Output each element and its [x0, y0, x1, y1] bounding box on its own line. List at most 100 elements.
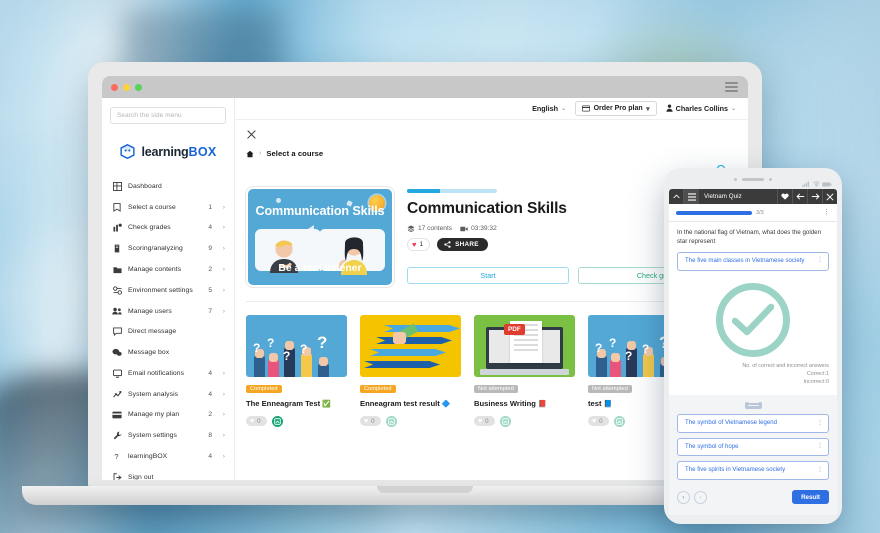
like-button[interactable]: ♥ 1 [407, 238, 431, 251]
close-window-dot[interactable] [111, 83, 118, 91]
sidebar-search-input[interactable]: Search the side menu [110, 107, 226, 124]
sidebar-item-label: Check grades [128, 224, 171, 232]
like-count: 0 [371, 417, 375, 425]
quiz-answer-option[interactable]: The five spirits in Vietnamese society ⋮ [677, 461, 829, 480]
close-icon[interactable] [246, 129, 257, 140]
sidebar-item-manage-users[interactable]: Manage users 7 › [102, 301, 234, 322]
top-bar: English ⌄ Order Pro plan ▾ Charles Colli… [235, 98, 748, 120]
question-icon: ? [112, 452, 122, 462]
share-button[interactable]: SHARE [437, 238, 488, 251]
language-label: English [532, 104, 559, 113]
sidebar-item-learningbox[interactable]: ? learningBOX 4 › [102, 446, 234, 467]
avatar[interactable] [385, 415, 397, 427]
quiz-footer: ‹ › Result [669, 485, 837, 510]
sidebar-item-label: Select a course [128, 203, 176, 211]
wrench-icon [112, 431, 122, 441]
collapse-button[interactable] [669, 189, 684, 204]
quiz-progress-bar [676, 211, 752, 215]
sidebar-item-system-settings[interactable]: System settings 8 › [102, 425, 234, 446]
sidebar-item-environment-settings[interactable]: Environment settings 5 › [102, 280, 234, 301]
course-card[interactable]: Completed Enneagram test result 🔷 ♥ 0 [360, 315, 461, 427]
quiz-title: Vietnam Quiz [704, 193, 742, 200]
signout-icon [112, 472, 122, 480]
answer-options-icon[interactable]: ⋮ [817, 467, 823, 472]
share-icon [444, 241, 451, 248]
brand-wordmark: learningBOX [141, 145, 216, 159]
back-button[interactable] [792, 189, 807, 204]
sidebar-item-select-a-course[interactable]: Select a course 1 › [102, 197, 234, 218]
next-question-button[interactable]: › [694, 490, 707, 504]
sliders-icon [112, 285, 122, 295]
avatar[interactable] [271, 415, 283, 427]
phone-screen: Vietnam Quiz 3/3 ⋮ In the national flag … [669, 189, 837, 515]
avatar[interactable] [613, 415, 625, 427]
course-banner-image[interactable]: Communication Skills Be a real listener [246, 187, 394, 287]
sidebar-item-label: Sign out [128, 473, 154, 480]
hamburger-menu-icon[interactable] [725, 82, 738, 94]
like-button[interactable]: ♥ 0 [246, 416, 267, 427]
raised-hand [643, 353, 654, 377]
sidebar-item-email-notifications[interactable]: Email notifications 4 › [102, 363, 234, 384]
arrow-shape [376, 337, 452, 344]
like-button[interactable]: ♥ 0 [360, 416, 381, 427]
sidebar-item-label: System analysis [128, 390, 179, 398]
chevron-right-icon: › [222, 266, 225, 274]
course-card[interactable]: ????? Completed The Enneagram Test ✅ ♥ 0 [246, 315, 347, 427]
course-card-thumbnail[interactable]: PDF [474, 315, 575, 377]
forward-button[interactable] [807, 189, 822, 204]
signal-icon [802, 181, 810, 187]
like-button[interactable]: ♥ 0 [474, 416, 495, 427]
sidebar-item-direct-message[interactable]: Direct message [102, 321, 234, 342]
sidebar-item-scoring-analyzing[interactable]: Scoring/analyzing 9 › [102, 238, 234, 259]
card-icon [112, 410, 122, 420]
sidebar-item-count: 9 [208, 245, 212, 253]
previous-question-button[interactable]: ‹ [677, 490, 690, 504]
favorite-button[interactable] [777, 189, 792, 204]
sidebar-item-message-box[interactable]: Message box [102, 342, 234, 363]
battery-icon [822, 182, 832, 186]
quiz-menu-button[interactable] [684, 189, 699, 204]
sidebar-item-check-grades[interactable]: Check grades 4 › [102, 218, 234, 239]
result-button[interactable]: Result [792, 490, 829, 504]
user-menu[interactable]: Charles Collins ⌄ [666, 103, 736, 114]
course-card-title: Business Writing 📕 [474, 399, 575, 410]
question-mark: ? [609, 336, 617, 350]
start-button[interactable]: Start [407, 267, 569, 284]
order-pro-plan-button[interactable]: Order Pro plan ▾ [575, 101, 657, 116]
course-card[interactable]: PDF Not attempted Business Writing 📕 ♥ 0 [474, 315, 575, 427]
quiz-selected-answer[interactable]: The five main classes in Vietnamese soci… [677, 251, 829, 271]
chevron-right-icon: › [222, 245, 225, 253]
quiz-options-icon[interactable]: ⋮ [823, 209, 830, 216]
answer-options-icon[interactable]: ⋮ [817, 420, 823, 425]
chevron-right-icon: › [222, 307, 225, 315]
language-selector[interactable]: English ⌄ [532, 104, 566, 113]
quiz-answer-option[interactable]: The symbol of hope ⋮ [677, 437, 829, 457]
sidebar-item-manage-my-plan[interactable]: Manage my plan 2 › [102, 405, 234, 426]
minimize-window-dot[interactable] [123, 83, 130, 91]
chat-icon [112, 327, 122, 337]
answer-options-icon[interactable]: ⋮ [817, 258, 823, 263]
banner-subtitle: Be a real listener [278, 263, 362, 274]
close-quiz-button[interactable] [822, 189, 837, 204]
sidebar-item-sign-out[interactable]: Sign out [102, 467, 234, 480]
sidebar-item-count: 5 [208, 286, 212, 294]
course-card-thumbnail[interactable]: ????? [246, 315, 347, 377]
drag-handle-icon[interactable] [744, 402, 762, 410]
sidebar-item-dashboard[interactable]: Dashboard [102, 176, 234, 197]
quiz-answer-option[interactable]: The symbol of Vietnamese legend ⋮ [677, 414, 829, 433]
course-card-thumbnail[interactable] [360, 315, 461, 377]
sidebar-item-manage-contents[interactable]: Manage contents 2 › [102, 259, 234, 280]
sidebar-item-system-analysis[interactable]: System analysis 4 › [102, 384, 234, 405]
like-button[interactable]: ♥ 0 [588, 416, 609, 427]
avatar[interactable] [499, 415, 511, 427]
messages-icon [112, 348, 122, 358]
course-card-footer: ♥ 0 [474, 415, 575, 427]
course-card-title-text: test [588, 399, 602, 408]
like-count: 0 [485, 417, 489, 425]
like-count: 0 [599, 417, 603, 425]
sidebar-item-label: learningBOX [128, 453, 168, 461]
status-badge: Not attempted [474, 384, 518, 394]
answer-options-icon[interactable]: ⋮ [817, 444, 823, 449]
maximize-window-dot[interactable] [135, 83, 142, 91]
home-icon[interactable] [246, 150, 254, 158]
